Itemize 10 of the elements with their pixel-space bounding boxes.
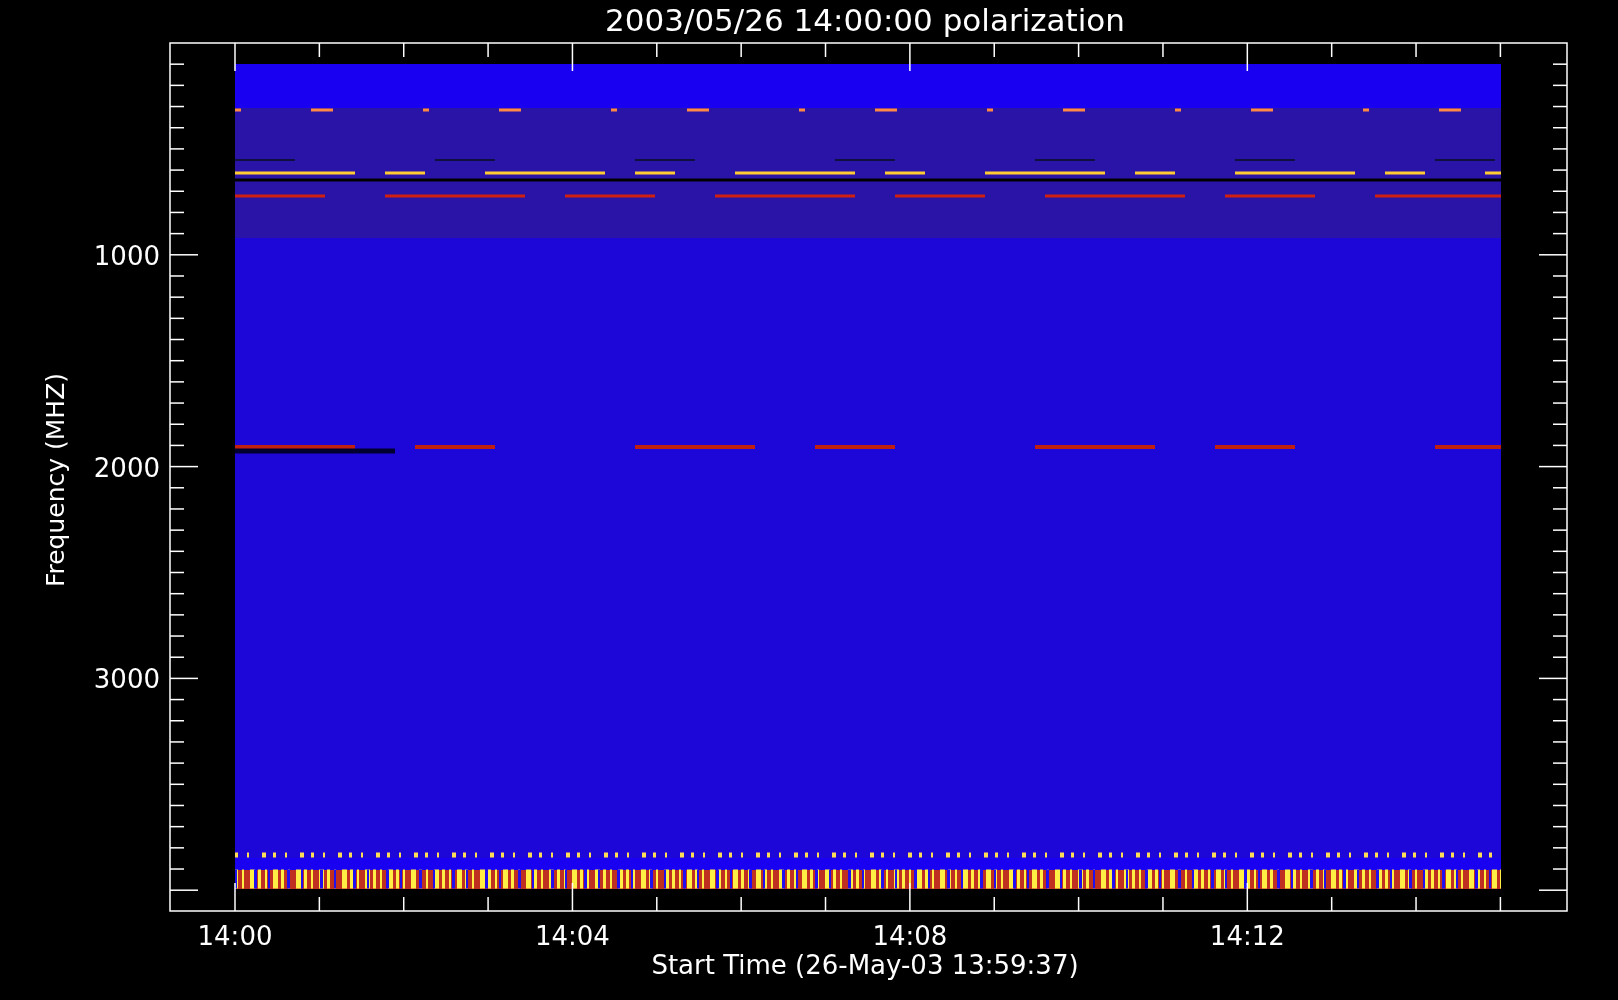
axis-tick-label: 14:08 xyxy=(872,921,948,951)
axis-tick-label: 3000 xyxy=(93,664,160,695)
axis-title: Frequency (MHZ) xyxy=(41,372,70,588)
axis-tick-label: 1000 xyxy=(93,240,160,271)
axis-tick-label: 14:04 xyxy=(534,921,610,951)
axis-title: Start Time (26-May-03 13:59:37) xyxy=(651,950,1079,980)
axis-tick-label: 14:12 xyxy=(1209,921,1285,951)
axis-tick-label: 2000 xyxy=(93,452,160,483)
chart-title: 2003/05/26 14:00:00 polarization xyxy=(605,2,1125,38)
axis-tick-label: 14:00 xyxy=(197,921,273,951)
